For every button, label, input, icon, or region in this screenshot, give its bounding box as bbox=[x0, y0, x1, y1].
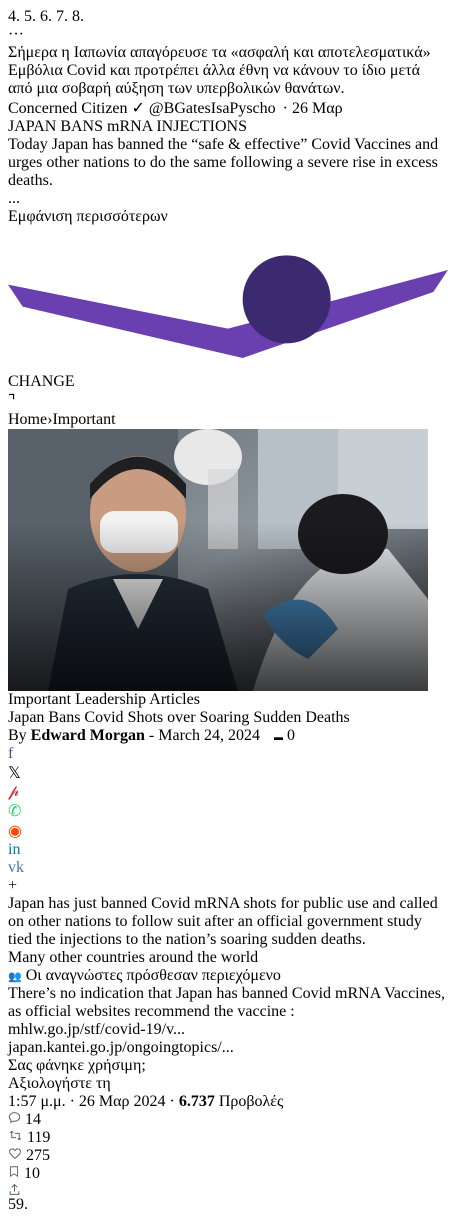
tag-important: Important bbox=[8, 690, 72, 708]
quoted-date[interactable]: · 26 Μαρ bbox=[283, 100, 343, 117]
reply-icon bbox=[8, 1111, 21, 1123]
tweet-timestamp[interactable]: 1:57 μ.μ. · 26 Μαρ 2024 · 6.737 Προβολές bbox=[8, 1093, 448, 1111]
repost-count: 119 bbox=[27, 1128, 51, 1146]
bookmark-icon bbox=[10, 1165, 18, 1177]
whatsapp-icon: ✆ bbox=[8, 802, 22, 820]
quoted-headline: JAPAN BANS mRNA INJECTIONS bbox=[8, 118, 448, 136]
views-count: 6.737 bbox=[178, 1092, 215, 1110]
article-tags: Important Leadership Articles bbox=[8, 691, 448, 709]
people-icon: 👥 bbox=[8, 970, 22, 983]
quoted-author-handle[interactable]: @BGatesIsaPyscho bbox=[149, 100, 276, 117]
tweet-text: Σήμερα η Ιαπωνία απαγόρευσε τα «ασφαλή κ… bbox=[8, 44, 431, 97]
article-site-header: CHANGE ⌝ bbox=[8, 226, 448, 411]
article-author: Edward Morgan bbox=[30, 726, 145, 744]
site-logo-text: CHANGE bbox=[8, 372, 75, 390]
pinterest-icon: 𝓅 bbox=[8, 782, 20, 800]
reddit-icon: ◉ bbox=[8, 822, 22, 840]
reply-button[interactable]: 14 bbox=[8, 1111, 448, 1129]
linkedin-icon: in bbox=[8, 840, 21, 858]
verified-badge-icon: ✓ bbox=[131, 100, 145, 117]
comment-count: 0 bbox=[287, 726, 295, 744]
views-label: Προβολές bbox=[218, 1092, 284, 1110]
share-buttons-row: f 𝕏𝓅 ✆ ◉ in vk + bbox=[8, 745, 448, 895]
community-note-header: 👥 Οι αναγνώστες πρόσθεσαν περιεχόμενο bbox=[8, 967, 448, 985]
article-body-text: Japan has just banned Covid mRNA shots f… bbox=[8, 894, 438, 948]
facebook-share-button[interactable]: f bbox=[8, 745, 448, 763]
whatsapp-share-button[interactable]: ✆ bbox=[8, 801, 448, 821]
article-title: Japan Bans Covid Shots over Soaring Sudd… bbox=[8, 708, 350, 726]
quoted-author-name[interactable]: Concerned Citizen bbox=[8, 100, 128, 117]
article-screenshot[interactable]: CHANGE ⌝ Home›Important Important Leader… bbox=[8, 226, 448, 967]
hero-photo bbox=[8, 428, 428, 691]
site-logo-icon bbox=[8, 255, 448, 358]
search-icon: ⌝ bbox=[8, 392, 16, 410]
tag-leadership-articles: Leadership Articles bbox=[75, 690, 200, 708]
note-link-kantei[interactable]: japan.kantei.go.jp/ongoingtopics/... bbox=[8, 1039, 448, 1057]
quoted-tweet-header: Concerned Citizen ✓ @BGatesIsaPyscho · 2… bbox=[8, 98, 448, 118]
breadcrumb: Home›Important bbox=[8, 411, 448, 429]
helpful-question: Σας φάνηκε χρήσιμη; bbox=[8, 1056, 146, 1074]
plus-share-button[interactable]: + bbox=[8, 877, 448, 895]
repost-icon bbox=[9, 1130, 22, 1140]
article-hero-image: Important Leadership Articles Japan Bans… bbox=[8, 428, 448, 745]
x-icon: 𝕏 bbox=[8, 764, 21, 782]
note-link-mhlw[interactable]: mhlw.go.jp/stf/covid-19/v... bbox=[8, 1021, 448, 1039]
quoted-tweet[interactable]: Concerned Citizen ✓ @BGatesIsaPyscho · 2… bbox=[8, 98, 448, 1093]
pinterest-share-button[interactable]: 𝓅 bbox=[8, 783, 448, 801]
byline-prefix: By bbox=[8, 726, 27, 744]
bookmark-button[interactable]: 10 bbox=[8, 1165, 448, 1183]
bookmark-count: 10 bbox=[24, 1164, 40, 1182]
reply-count: 14 bbox=[25, 1110, 41, 1128]
facebook-icon: f bbox=[8, 744, 14, 762]
quoted-body-text: Today Japan has banned the “safe & effec… bbox=[8, 136, 439, 189]
community-note-title: Οι αναγνώστες πρόσθεσαν περιεχόμενο bbox=[25, 966, 281, 984]
share-icon bbox=[9, 1183, 20, 1195]
community-note-body: There’s no indication that Japan has ban… bbox=[8, 984, 445, 1020]
breadcrumb-home: Home bbox=[8, 410, 48, 428]
like-count: 275 bbox=[26, 1146, 50, 1164]
meta-separator: - bbox=[148, 726, 155, 744]
more-options-button[interactable]: ··· bbox=[8, 26, 448, 44]
community-note: 👥 Οι αναγνώστες πρόσθεσαν περιεχόμενο Th… bbox=[8, 967, 448, 1093]
quoted-headline-text: JAPAN BANS mRNA INJECTIONS bbox=[8, 118, 248, 135]
comment-icon: ▬ bbox=[274, 731, 283, 742]
repost-button[interactable]: 119 bbox=[8, 1129, 448, 1147]
heart-icon bbox=[9, 1148, 21, 1159]
article-date: March 24, 2024 bbox=[158, 726, 260, 744]
plus-icon: + bbox=[8, 876, 18, 894]
like-button[interactable]: 275 bbox=[8, 1147, 448, 1165]
tweet-time: 1:57 μ.μ. · 26 Μαρ 2024 · bbox=[8, 1092, 175, 1110]
breadcrumb-important: Important bbox=[52, 410, 116, 428]
article-cut-text: Many other countries around the world bbox=[8, 948, 259, 966]
article-meta: By Edward Morgan - March 24, 2024 ▬ 0 bbox=[8, 727, 448, 745]
linkedin-share-button[interactable]: in bbox=[8, 841, 448, 859]
tweet-actions: 14 119 275 10 bbox=[8, 1111, 448, 1196]
x-share-button[interactable]: 𝕏 bbox=[8, 763, 448, 783]
vk-icon: vk bbox=[8, 858, 24, 876]
show-more-link[interactable]: Εμφάνιση περισσότερων bbox=[8, 208, 448, 226]
share-button[interactable] bbox=[8, 1183, 448, 1196]
reddit-share-button[interactable]: ◉ bbox=[8, 821, 448, 841]
rate-note-button[interactable]: Αξιολογήστε τη bbox=[8, 1075, 448, 1093]
quoted-ellipsis: ... bbox=[8, 190, 20, 207]
vk-share-button[interactable]: vk bbox=[8, 859, 448, 877]
